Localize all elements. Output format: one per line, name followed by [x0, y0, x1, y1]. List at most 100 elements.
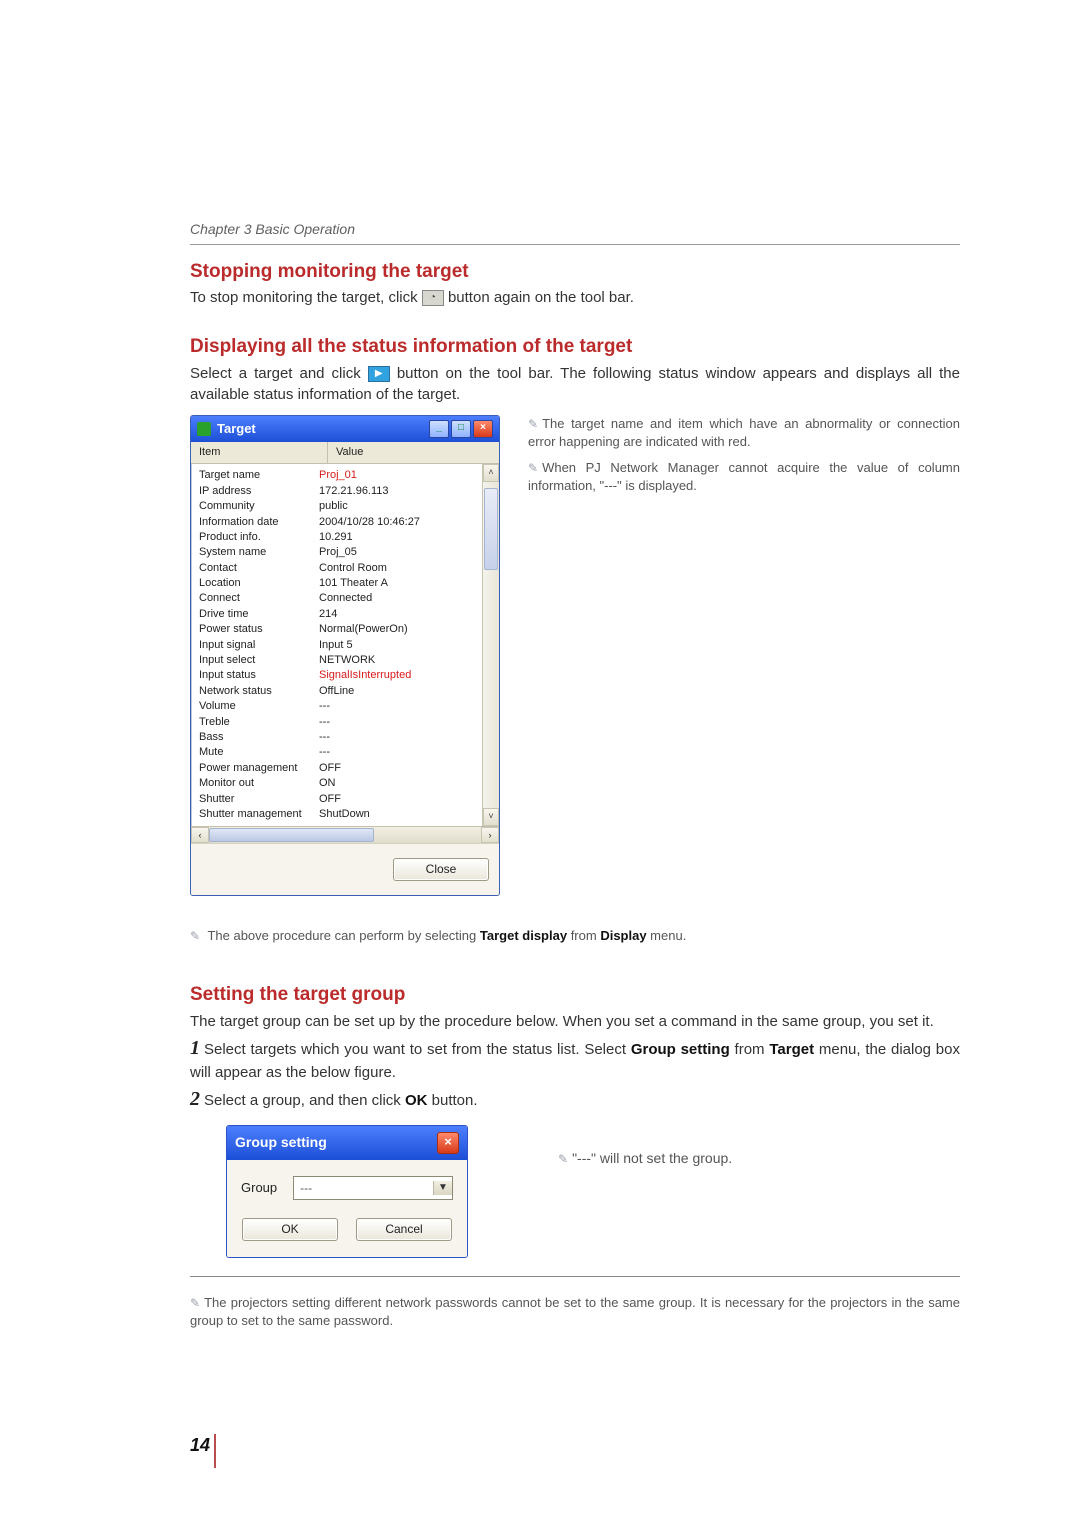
group-select-value: ---: [294, 1180, 433, 1197]
group-dialog-titlebar: Group setting ×: [227, 1126, 467, 1160]
horizontal-scrollbar[interactable]: ‹ ›: [191, 826, 499, 843]
dialog-button-row: Close: [191, 843, 499, 895]
status-item-label: Shutter: [199, 792, 319, 807]
status-item-value: Input 5: [319, 638, 491, 653]
menu-display: Display: [600, 928, 646, 943]
section-title-stop-monitoring: Stopping monitoring the target: [190, 259, 960, 286]
status-item-value: ---: [319, 745, 491, 760]
close-icon[interactable]: ×: [437, 1132, 459, 1154]
scroll-up-button[interactable]: ˄: [483, 464, 499, 482]
status-item-value: OFF: [319, 792, 491, 807]
status-item-value: ShutDown: [319, 807, 491, 822]
status-item-label: IP address: [199, 484, 319, 499]
status-table-body: Target nameProj_01IP address172.21.96.11…: [191, 464, 499, 826]
status-item-label: Community: [199, 499, 319, 514]
section-title-group: Setting the target group: [190, 982, 960, 1009]
text-fragment: button again on the tool bar.: [448, 289, 634, 306]
text-fragment: To stop monitoring the target, click: [190, 289, 422, 306]
status-item-value: 101 Theater A: [319, 576, 491, 591]
status-item-label: Monitor out: [199, 776, 319, 791]
app-icon: [197, 422, 211, 436]
footnote-password: The projectors setting different network…: [190, 1294, 960, 1330]
table-row: Network statusOffLine: [191, 684, 499, 699]
group-dialog-body: Group --- ▼ OK Cancel: [227, 1160, 467, 1257]
note-group-dashes: "---" will not set the group.: [558, 1149, 960, 1169]
status-item-label: Network status: [199, 684, 319, 699]
table-row: Mute---: [191, 745, 499, 760]
target-status-window: Target _ □ × Item Value Target nameProj_…: [190, 415, 500, 896]
table-row: Target nameProj_01: [191, 468, 499, 483]
scroll-down-button[interactable]: ˅: [483, 808, 499, 826]
status-item-label: Treble: [199, 715, 319, 730]
table-row: Input statusSignalIsInterrupted: [191, 668, 499, 683]
scroll-left-button[interactable]: ‹: [191, 827, 209, 843]
table-row: Power statusNormal(PowerOn): [191, 622, 499, 637]
table-row: ContactControl Room: [191, 561, 499, 576]
ok-button[interactable]: OK: [242, 1218, 338, 1241]
status-item-label: Contact: [199, 561, 319, 576]
status-item-label: Target name: [199, 468, 319, 483]
status-item-label: Drive time: [199, 607, 319, 622]
status-item-value: SignalIsInterrupted: [319, 668, 491, 683]
group-setting-dialog: Group setting × Group --- ▼ OK Cancel: [226, 1125, 468, 1258]
scroll-thumb[interactable]: [484, 488, 498, 570]
status-toolbar-icon: ▶: [368, 366, 390, 382]
table-row: Bass---: [191, 730, 499, 745]
table-row: Power managementOFF: [191, 761, 499, 776]
menu-target: Target: [769, 1041, 814, 1058]
monitor-toolbar-icon: ◔: [422, 290, 444, 306]
group-field: Group --- ▼: [241, 1176, 453, 1200]
table-row: Input selectNETWORK: [191, 653, 499, 668]
note-no-value: When PJ Network Manager cannot acquire t…: [528, 459, 960, 495]
cancel-button[interactable]: Cancel: [356, 1218, 452, 1241]
page-number-rule: [214, 1434, 216, 1468]
vertical-scrollbar[interactable]: ˄ ˅: [482, 464, 499, 826]
status-item-value: Normal(PowerOn): [319, 622, 491, 637]
window-title: Target: [217, 420, 256, 438]
text-fragment: Select targets which you want to set fro…: [204, 1041, 631, 1058]
minimize-button[interactable]: _: [429, 420, 449, 438]
table-row: Product info.10.291: [191, 530, 499, 545]
hscroll-thumb[interactable]: [209, 828, 374, 842]
status-item-value: OFF: [319, 761, 491, 776]
text-fragment: from: [730, 1041, 770, 1058]
status-item-label: Power management: [199, 761, 319, 776]
group-intro: The target group can be set up by the pr…: [190, 1011, 960, 1032]
note-abnormality: The target name and item which have an a…: [528, 415, 960, 451]
table-row: System nameProj_05: [191, 545, 499, 560]
table-row: Input signalInput 5: [191, 638, 499, 653]
status-item-label: Mute: [199, 745, 319, 760]
document-page: Chapter 3 Basic Operation Stopping monit…: [0, 0, 1080, 1528]
table-row: Drive time214: [191, 607, 499, 622]
scroll-right-button[interactable]: ›: [481, 827, 499, 843]
table-row: ShutterOFF: [191, 792, 499, 807]
status-item-value: 172.21.96.113: [319, 484, 491, 499]
step-number-1: 1: [190, 1037, 200, 1059]
page-number: 14: [190, 1433, 210, 1458]
status-table-header: Item Value: [191, 442, 499, 464]
close-icon[interactable]: ×: [473, 420, 493, 438]
status-item-value: ---: [319, 699, 491, 714]
close-button[interactable]: Close: [393, 858, 489, 881]
scroll-track[interactable]: [483, 482, 499, 808]
text-fragment: menu.: [647, 928, 687, 943]
status-item-value: ---: [319, 715, 491, 730]
status-item-label: Location: [199, 576, 319, 591]
maximize-button[interactable]: □: [451, 420, 471, 438]
ok-label-ref: OK: [405, 1092, 428, 1109]
text-fragment: from: [567, 928, 600, 943]
step-number-2: 2: [190, 1088, 200, 1110]
menu-item-target-display: Target display: [480, 928, 567, 943]
table-row: Treble---: [191, 715, 499, 730]
text-fragment: Select a group, and then click: [204, 1092, 405, 1109]
status-item-value: Control Room: [319, 561, 491, 576]
status-item-value: NETWORK: [319, 653, 491, 668]
group-select[interactable]: --- ▼: [293, 1176, 453, 1200]
text-fragment: Select a target and click: [190, 365, 368, 382]
hscroll-track[interactable]: [209, 827, 481, 843]
status-item-value: ON: [319, 776, 491, 791]
status-item-label: Information date: [199, 515, 319, 530]
table-row: Information date2004/10/28 10:46:27: [191, 515, 499, 530]
chevron-down-icon[interactable]: ▼: [433, 1181, 452, 1195]
step-2: 2Select a group, and then click OK butto…: [190, 1085, 960, 1113]
